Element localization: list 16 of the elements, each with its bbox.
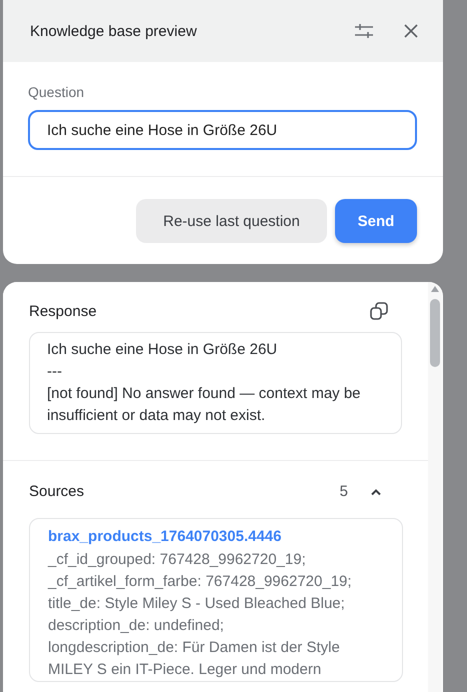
- send-button[interactable]: Send: [335, 199, 417, 243]
- section-title: Sources: [29, 483, 86, 500]
- close-icon[interactable]: [404, 24, 418, 38]
- reuse-button[interactable]: Re-use last question: [136, 199, 327, 243]
- copy-icon[interactable]: [370, 302, 388, 320]
- section-title: Response: [29, 302, 97, 320]
- chevron-up-icon[interactable]: [370, 488, 382, 496]
- source-text: _cf_id_grouped: 767428_9962720_19; _cf_artikel_form_farbe: 767428_9962720_19; title_de: Style Miley S - Used Bleached Blue; description_de: undefined; longdescription_de: Für Damen ist der Style MILEY S ein IT-Piece. Leger und modern: [48, 550, 353, 680]
- settings-icon[interactable]: [354, 23, 374, 39]
- dialog-title: Knowledge base preview: [30, 22, 197, 40]
- question-field[interactable]: Ich suche eine Hose in Größe 26U: [28, 110, 417, 150]
- field-label: Question: [28, 84, 86, 100]
- source-count: 5: [340, 483, 348, 500]
- scrollbar[interactable]: [428, 282, 442, 692]
- response-text: Ich suche eine Hose in Größe 26U --- [not found] No answer found — context may be insufficient or data may not exist.: [29, 332, 402, 434]
- source-link[interactable]: brax_products_1764070305.4446: [48, 528, 384, 545]
